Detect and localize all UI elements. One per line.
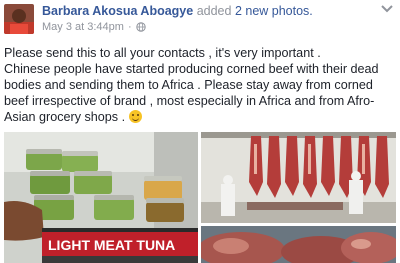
raw-meat-photo-image	[201, 226, 396, 263]
author-name-link[interactable]: Barbara Akosua Aboagye	[42, 4, 193, 18]
feed-post: Barbara Akosua Aboagye added 2 new photo…	[0, 0, 400, 263]
photo-cans[interactable]: LIGHT MEAT TUNA	[4, 132, 198, 263]
chevron-down-icon[interactable]	[380, 4, 394, 14]
post-meta: May 3 at 3:44pm ·	[42, 21, 146, 33]
photo-raw-meat[interactable]	[201, 226, 396, 263]
meta-separator: ·	[127, 21, 132, 33]
message-line-2-text: Chinese people have started producing co…	[4, 62, 379, 124]
slightly-smiling-face-icon	[128, 110, 142, 123]
post-timestamp[interactable]: May 3 at 3:44pm	[42, 21, 124, 33]
post-action-text: added	[196, 4, 232, 18]
author-avatar[interactable]	[4, 4, 34, 34]
globe-icon[interactable]	[135, 22, 146, 32]
post-message: Please send this to all your contacts , …	[4, 45, 396, 125]
meat-hall-photo-image	[201, 132, 396, 223]
message-line-2: Chinese people have started producing co…	[4, 61, 396, 125]
can-label-text: LIGHT MEAT TUNA	[48, 237, 175, 253]
message-line-1: Please send this to all your contacts , …	[4, 46, 321, 60]
cans-photo-image: LIGHT MEAT TUNA	[4, 132, 198, 263]
avatar-image	[4, 4, 34, 34]
post-header: Barbara Akosua Aboagye added 2 new photo…	[42, 4, 313, 18]
photo-meat-hall[interactable]	[201, 132, 396, 223]
photo-count-link[interactable]: 2 new photos.	[235, 4, 313, 18]
